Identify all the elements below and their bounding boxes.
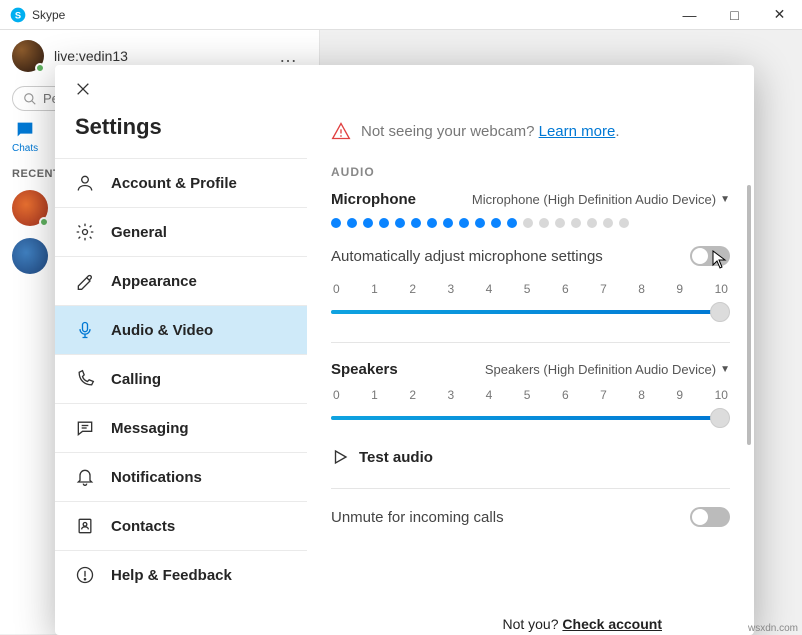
nav-help[interactable]: Help & Feedback [55,550,307,599]
divider [331,488,730,489]
contact-avatar [12,190,48,226]
microphone-icon [75,320,95,340]
search-icon [23,92,37,106]
close-window-button[interactable]: ✕ [757,0,802,30]
auto-adjust-label: Automatically adjust microphone settings [331,248,603,265]
test-audio-button[interactable]: Test audio [331,448,730,466]
close-settings-button[interactable] [55,65,307,110]
cursor-icon [712,250,728,270]
audio-section-header: AUDIO [331,165,730,179]
close-icon [75,81,91,97]
slider-knob[interactable] [710,302,730,322]
more-button[interactable]: … [271,46,307,67]
settings-title: Settings [55,110,307,158]
skype-icon: S [10,7,26,23]
svg-text:S: S [15,10,21,20]
warning-icon [331,121,351,141]
webcam-warning-row: Not seeing your webcam? Learn more. [331,121,730,141]
microphone-slider-ticks: 012345678910 [331,282,730,296]
chevron-down-icon: ▼ [720,194,730,205]
toggle-knob [692,509,708,525]
nav-general[interactable]: General [55,207,307,256]
nav-calling[interactable]: Calling [55,354,307,403]
avatar [12,40,44,72]
window-titlebar: S Skype — □ ✕ [0,0,802,30]
divider [331,342,730,343]
settings-panel: Not seeing your webcam? Learn more. AUDI… [307,65,754,635]
toggle-knob [692,248,708,264]
account-icon [75,173,95,193]
presence-dot [35,63,45,73]
microphone-device-select[interactable]: Microphone (High Definition Audio Device… [472,192,730,207]
messaging-icon [75,418,95,438]
gear-icon [75,222,95,242]
appearance-icon [75,271,95,291]
minimize-button[interactable]: — [667,0,712,30]
speakers-device-select[interactable]: Speakers (High Definition Audio Device)▼ [485,362,730,377]
window-title: Skype [32,8,667,22]
unmute-toggle[interactable] [690,507,730,527]
help-icon [75,565,95,585]
slider-knob[interactable] [710,408,730,428]
nav-appearance[interactable]: Appearance [55,256,307,305]
nav-account[interactable]: Account & Profile [55,158,307,207]
tab-chats[interactable]: Chats [12,119,38,154]
speakers-volume-slider[interactable] [331,408,730,428]
nav-messaging[interactable]: Messaging [55,403,307,452]
speakers-label: Speakers [331,361,398,378]
phone-icon [75,369,95,389]
settings-nav: Settings Account & Profile General Appea… [55,65,307,635]
speakers-slider-ticks: 012345678910 [331,388,730,402]
learn-more-link[interactable]: Learn more [539,123,616,140]
contact-avatar [12,238,48,274]
chevron-down-icon: ▼ [720,364,730,375]
microphone-volume-slider[interactable] [331,302,730,322]
chat-icon [14,119,36,141]
play-icon [331,448,349,466]
contacts-icon [75,516,95,536]
microphone-level-meter [331,218,730,228]
check-account-link[interactable]: Check account [562,616,662,632]
maximize-button[interactable]: □ [712,0,757,30]
nav-contacts[interactable]: Contacts [55,501,307,550]
footer-text: Not you? Check account [502,616,662,632]
unmute-label: Unmute for incoming calls [331,509,504,526]
user-display-name: live:vedin13 [54,48,271,64]
auto-adjust-toggle[interactable] [690,246,730,266]
settings-modal: Settings Account & Profile General Appea… [55,65,754,635]
nav-audio-video[interactable]: Audio & Video [55,305,307,354]
microphone-label: Microphone [331,191,416,208]
presence-dot [39,217,49,227]
source-tag: wsxdn.com [748,623,798,634]
scrollbar[interactable] [747,185,751,445]
nav-notifications[interactable]: Notifications [55,452,307,501]
bell-icon [75,467,95,487]
